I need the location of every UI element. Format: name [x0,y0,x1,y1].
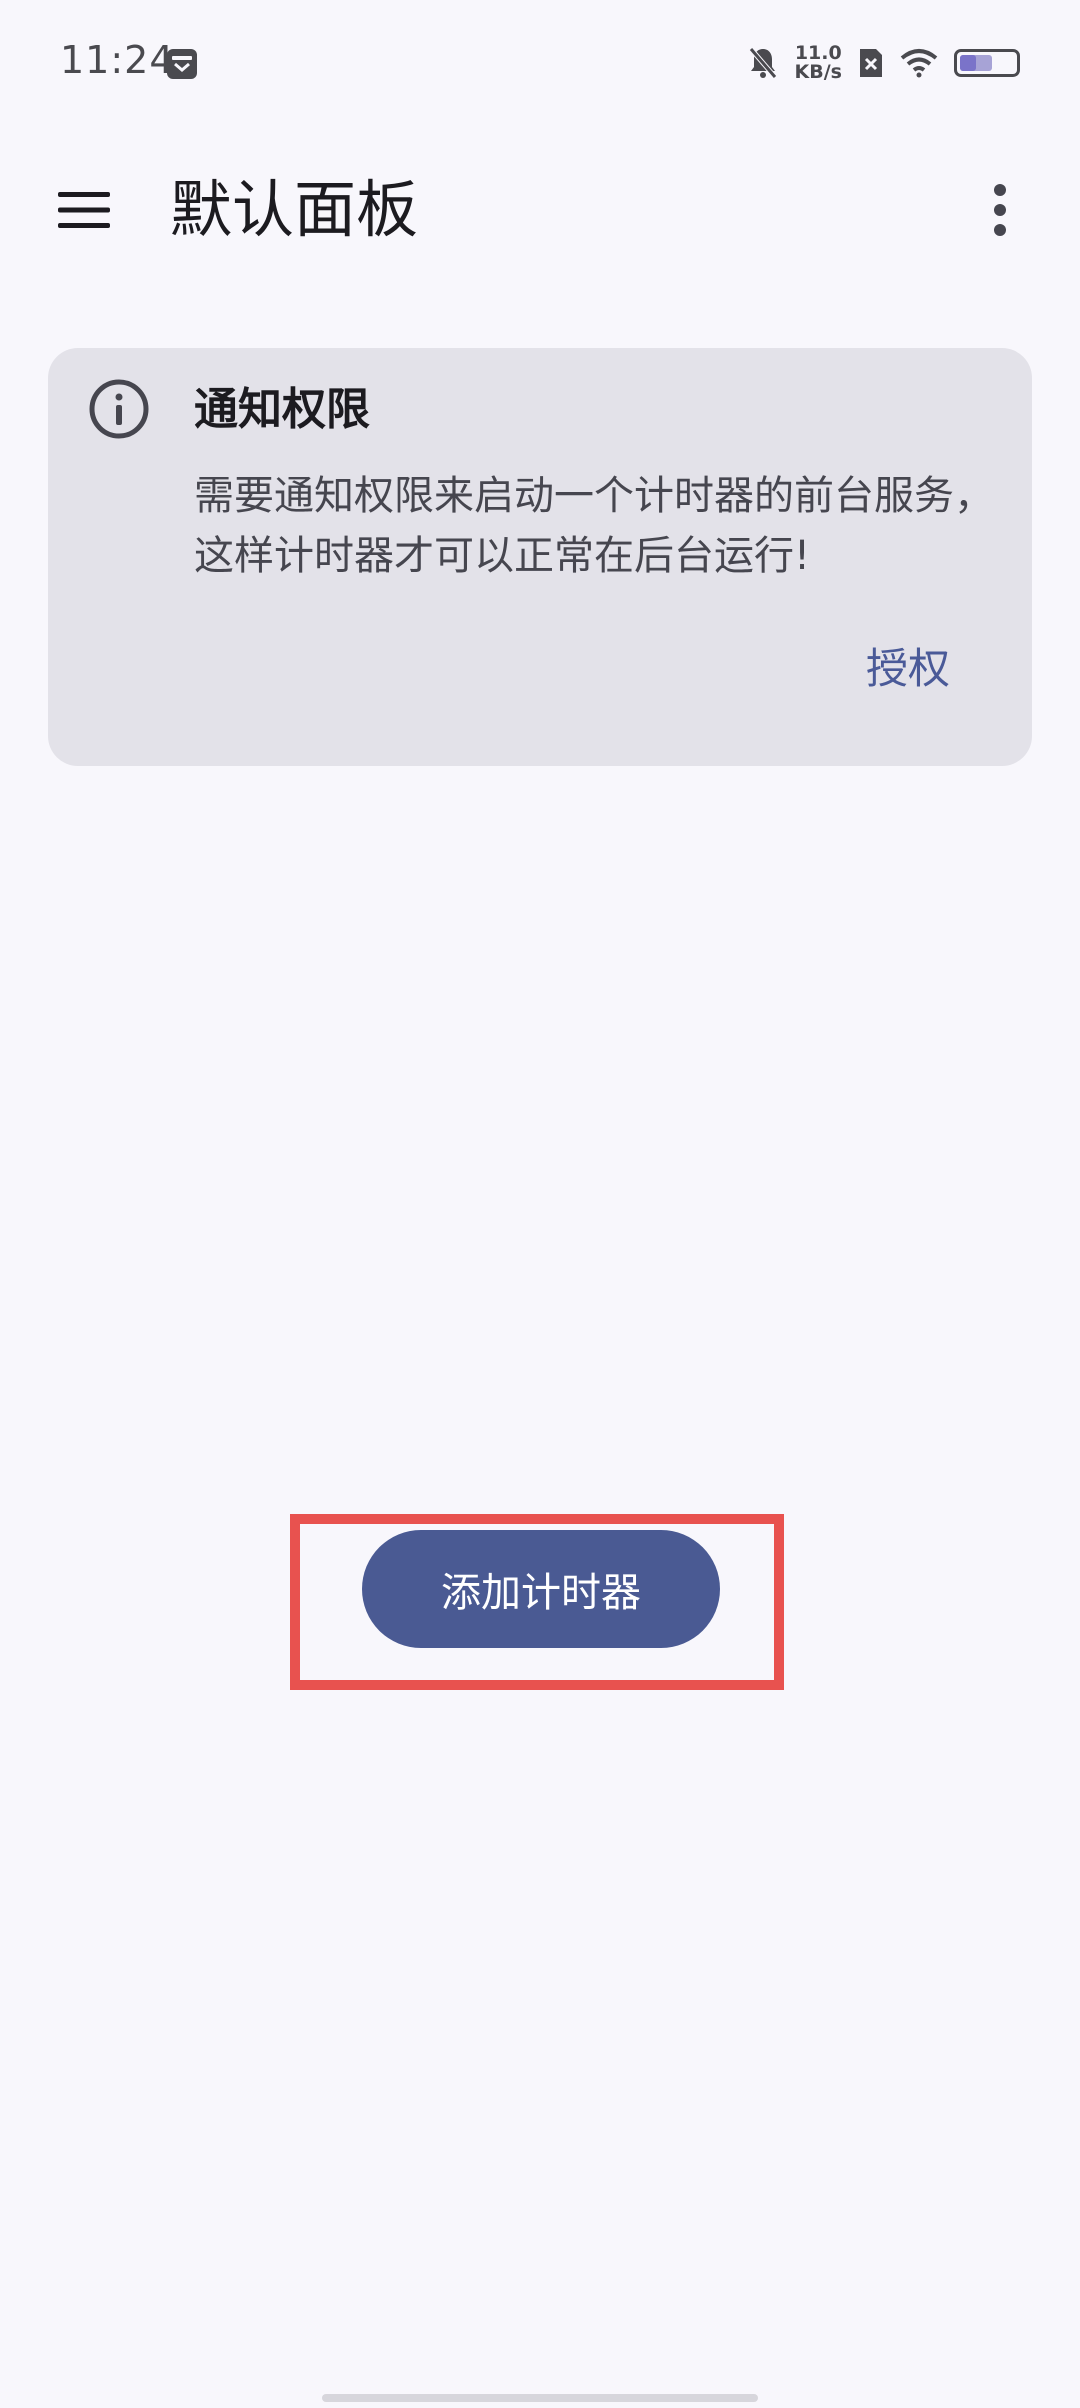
battery-level-fill [960,55,992,71]
status-bar: 11:24 11.0 KB/s [0,0,1080,126]
no-sim-icon [860,49,882,77]
more-options-button[interactable] [960,166,1040,254]
hamburger-menu-icon [58,192,110,228]
gesture-navigation-bar[interactable] [322,2394,758,2402]
net-speed: 11.0 KB/s [795,44,842,82]
banner-message: 需要通知权限来启动一个计时器的前台服务，这样计时器才可以正常在后台运行! [194,473,994,579]
wifi-icon [900,49,938,78]
status-time: 11:24 [60,38,175,82]
net-speed-unit: KB/s [794,61,842,83]
banner-title: 通知权限 [194,384,370,435]
battery-charge-segment [960,55,976,71]
notification-permission-banner: 通知权限 需要通知权限来启动一个计时器的前台服务，这样计时器才可以正常在后台运行… [48,348,1032,766]
more-vertical-icon [994,184,1006,236]
info-icon [89,379,149,439]
menu-button[interactable] [40,166,128,254]
app-bar: 默认面板 [0,126,1080,284]
battery-icon [954,49,1020,77]
add-timer-button[interactable]: 添加计时器 [362,1530,720,1648]
calendar-notification-icon [167,49,197,79]
grant-permission-button[interactable]: 授权 [866,638,950,700]
mute-bell-icon [748,47,777,79]
page-title: 默认面板 [170,173,419,246]
